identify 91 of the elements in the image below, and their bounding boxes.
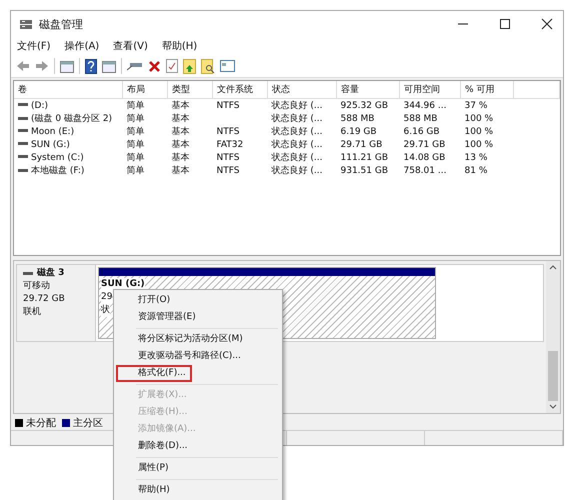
table-cell: 状态良好 (... xyxy=(272,166,322,176)
column-header[interactable]: 文件系统 xyxy=(212,81,268,98)
table-cell: 基本 xyxy=(172,140,190,150)
scrollbar[interactable] xyxy=(546,261,560,413)
menu-item[interactable]: 资源管理器(E) xyxy=(116,309,280,326)
column-header[interactable]: 类型 xyxy=(168,81,212,98)
table-cell: 简单 xyxy=(126,153,144,163)
close-icon[interactable] xyxy=(541,18,553,30)
menu-item[interactable]: 文件(F) xyxy=(17,39,51,53)
help-icon[interactable] xyxy=(85,58,97,74)
menu-item[interactable]: 格式化(F)... xyxy=(116,365,192,382)
table-cell: FAT32 xyxy=(216,140,244,150)
table-cell: 29.71 GB xyxy=(404,140,446,150)
table-cell: 29.71 GB xyxy=(340,140,382,150)
partition-status: 状 xyxy=(101,304,110,317)
disk-size: 29.72 GB xyxy=(23,293,66,306)
table-cell: 100 % xyxy=(464,126,494,136)
column-header[interactable]: % 可用 xyxy=(460,81,514,98)
forward-arrow-icon[interactable] xyxy=(35,60,49,72)
table-cell: 状态良好 (... xyxy=(272,127,322,137)
table-cell: 状态良好 (... xyxy=(272,140,322,150)
table-cell: 状态良好 (... xyxy=(272,153,322,163)
menu-item[interactable]: 操作(A) xyxy=(64,39,100,53)
window-list-icon[interactable] xyxy=(220,60,235,72)
table-cell: 简单 xyxy=(126,101,144,111)
table-cell: 基本 xyxy=(172,114,190,124)
table-cell: 931.51 GB xyxy=(340,166,388,176)
window-title: 磁盘管理 xyxy=(39,16,83,32)
volume-name[interactable]: Moon (E:) xyxy=(31,126,74,136)
legend-label: 主分区 xyxy=(73,416,103,430)
table-cell: 基本 xyxy=(172,127,190,137)
back-arrow-icon[interactable] xyxy=(16,60,30,72)
table-cell: 344.96 ... xyxy=(404,100,446,110)
menu-item[interactable]: 删除卷(D)... xyxy=(116,438,280,455)
volume-name[interactable]: (磁盘 0 磁盘分区 2) xyxy=(31,114,112,124)
volume-name[interactable]: (D:) xyxy=(31,100,48,110)
maximize-icon[interactable] xyxy=(499,18,511,30)
table-cell: 基本 xyxy=(172,101,190,111)
table-cell: 14.08 GB xyxy=(404,152,446,162)
table-cell: NTFS xyxy=(216,126,240,136)
table-cell: 100 % xyxy=(464,114,494,124)
table-cell: 13 % xyxy=(464,152,488,162)
column-header[interactable]: 卷 xyxy=(14,81,122,98)
column-header[interactable]: 可用空间 xyxy=(400,81,460,98)
table-cell: 基本 xyxy=(172,166,190,176)
volume-name[interactable]: System (C:) xyxy=(31,152,84,162)
menu-item[interactable]: 帮助(H) xyxy=(162,39,198,53)
window-panel-icon[interactable] xyxy=(60,60,74,72)
table-cell: 925.32 GB xyxy=(340,100,388,110)
volume-name[interactable]: 本地磁盘 (F:) xyxy=(31,166,84,176)
checked-document-icon[interactable] xyxy=(166,59,178,73)
disk-state: 联机 xyxy=(23,306,42,319)
disk-type: 可移动 xyxy=(23,280,51,293)
table-cell: 基本 xyxy=(172,153,190,163)
table-cell: NTFS xyxy=(216,152,240,162)
column-header[interactable]: 容量 xyxy=(336,81,400,98)
column-header[interactable]: 状态 xyxy=(268,81,336,98)
table-cell: 100 % xyxy=(464,140,494,150)
table-cell: 简单 xyxy=(126,114,144,124)
table-cell: 6.19 GB xyxy=(340,126,377,136)
volume-name[interactable]: SUN (G:) xyxy=(31,140,70,150)
disk-connect-icon[interactable] xyxy=(127,60,143,72)
table-cell: 588 MB xyxy=(340,114,374,124)
partition-size: 29 xyxy=(101,291,112,304)
table-cell: 状态良好 (... xyxy=(272,101,322,111)
table-cell: NTFS xyxy=(216,166,240,176)
disk-management-icon xyxy=(19,18,33,30)
table-cell: 588 MB xyxy=(404,114,438,124)
column-header[interactable]: 布局 xyxy=(122,81,168,98)
menu-item[interactable]: 查看(V) xyxy=(113,39,148,53)
menu-item[interactable]: 打开(O) xyxy=(116,292,280,309)
menu-item[interactable]: 将分区标记为活动分区(M) xyxy=(116,331,280,348)
folder-search-icon[interactable] xyxy=(201,58,215,74)
table-cell: 758.01 ... xyxy=(404,166,446,176)
table-cell: 81 % xyxy=(464,166,488,176)
table-cell: 简单 xyxy=(126,140,144,150)
table-cell: 状态良好 (... xyxy=(272,114,322,124)
table-cell: 简单 xyxy=(126,127,144,137)
table-cell: 简单 xyxy=(126,166,144,176)
disk-name: 磁盘 3 xyxy=(37,267,64,280)
scroll-thumb[interactable] xyxy=(548,351,558,401)
delete-icon[interactable] xyxy=(148,60,161,72)
table-cell: 111.21 GB xyxy=(340,152,388,162)
table-cell: 37 % xyxy=(464,100,488,110)
menu-item[interactable]: 属性(P) xyxy=(116,460,280,477)
menu-item[interactable]: 帮助(H) xyxy=(116,482,280,499)
window-panel-icon[interactable] xyxy=(102,60,116,72)
table-cell: 6.16 GB xyxy=(404,126,440,136)
table-cell: NTFS xyxy=(216,100,240,110)
menu-item[interactable]: 更改驱动器号和路径(C)... xyxy=(116,348,280,365)
legend-label: 未分配 xyxy=(26,416,56,430)
